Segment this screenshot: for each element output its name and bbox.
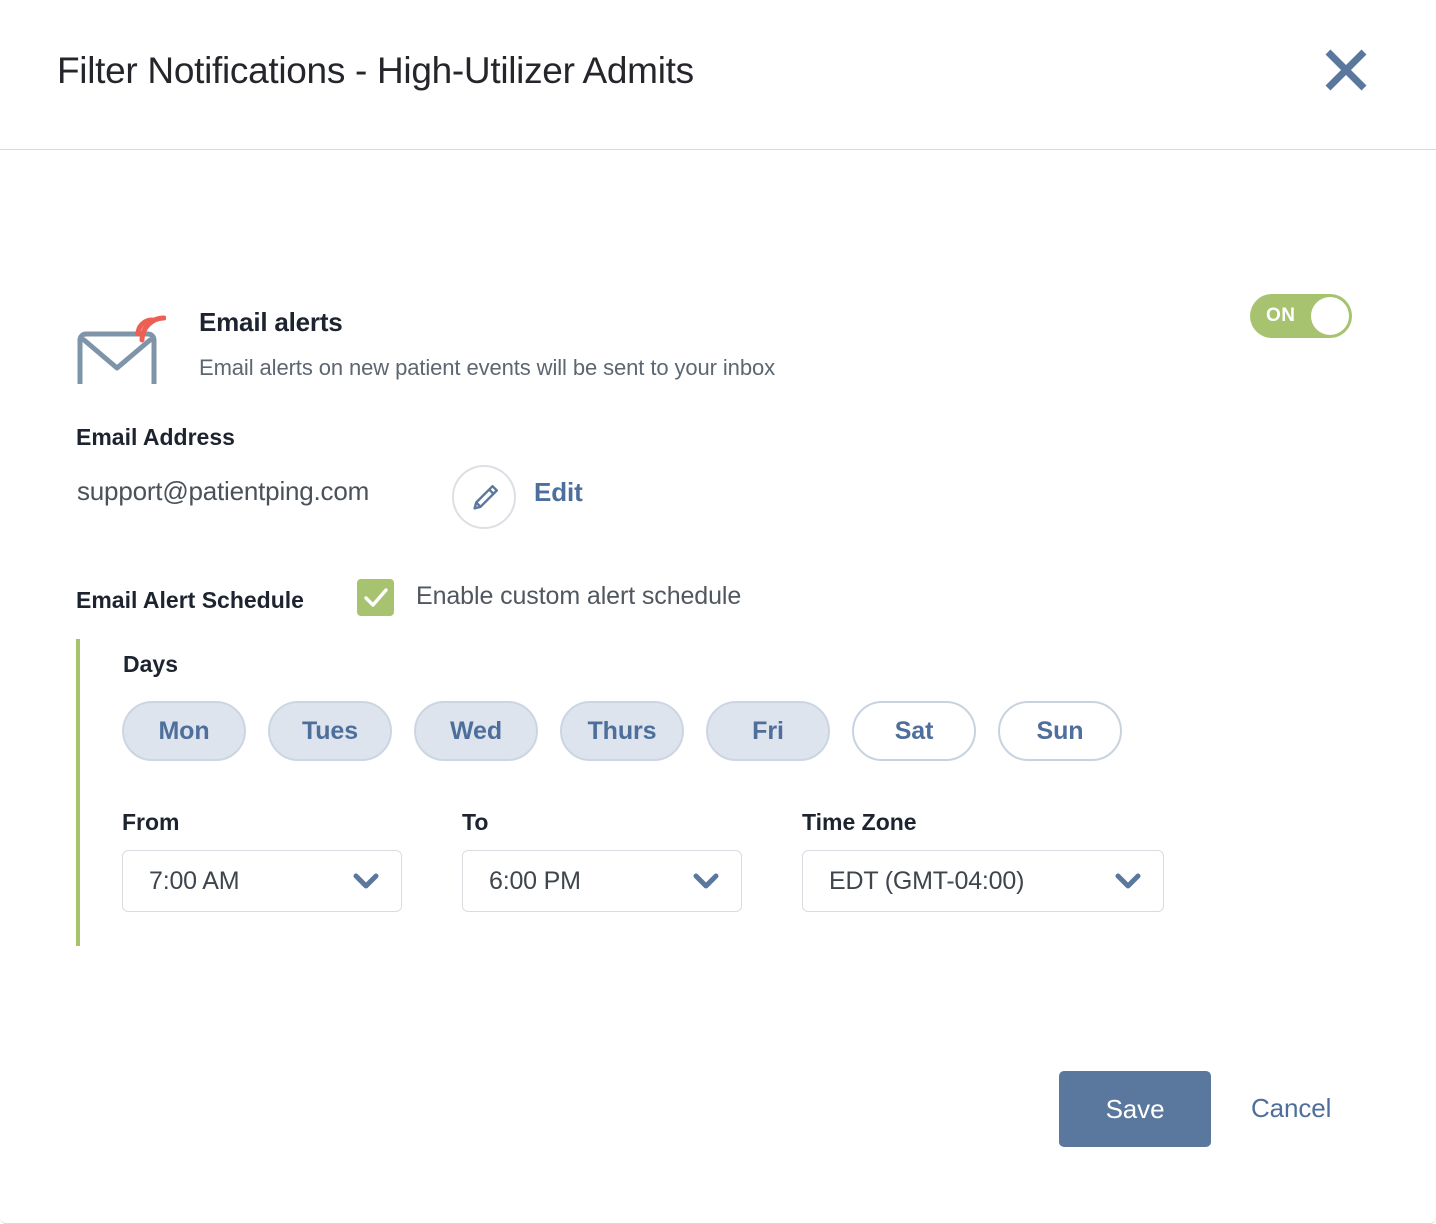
day-pill-mon[interactable]: Mon xyxy=(122,701,246,761)
day-pill-wed[interactable]: Wed xyxy=(414,701,538,761)
chevron-down-icon xyxy=(353,873,379,889)
timezone-label: Time Zone xyxy=(802,809,917,835)
day-pill-sat[interactable]: Sat xyxy=(852,701,976,761)
cancel-button[interactable]: Cancel xyxy=(1251,1093,1331,1124)
day-pill-thurs[interactable]: Thurs xyxy=(560,701,684,761)
day-pill-tues[interactable]: Tues xyxy=(268,701,392,761)
timezone-value: EDT (GMT-04:00) xyxy=(829,866,1025,895)
toggle-state-label: ON xyxy=(1266,305,1296,326)
email-alert-schedule-label: Email Alert Schedule xyxy=(76,587,304,613)
enable-custom-schedule-checkbox[interactable] xyxy=(357,579,394,616)
email-alerts-toggle[interactable]: ON xyxy=(1250,294,1352,338)
from-time-select[interactable]: 7:00 AM xyxy=(122,850,402,912)
from-field: From 7:00 AM xyxy=(122,809,402,912)
toggle-knob xyxy=(1311,297,1349,335)
timezone-select[interactable]: EDT (GMT-04:00) xyxy=(802,850,1164,912)
modal-header: Filter Notifications - High-Utilizer Adm… xyxy=(0,0,1436,150)
email-alerts-description: Email alerts on new patient events will … xyxy=(199,355,775,380)
modal-footer: Save Cancel xyxy=(0,1063,1436,1223)
edit-email-link[interactable]: Edit xyxy=(534,477,583,508)
page-title: Filter Notifications - High-Utilizer Adm… xyxy=(57,50,694,91)
filter-notifications-modal: Filter Notifications - High-Utilizer Adm… xyxy=(0,0,1436,1224)
close-icon[interactable] xyxy=(1318,42,1374,98)
pencil-icon[interactable] xyxy=(452,465,516,529)
to-label: To xyxy=(462,809,489,835)
to-time-value: 6:00 PM xyxy=(489,866,581,895)
day-pill-fri[interactable]: Fri xyxy=(706,701,830,761)
to-time-select[interactable]: 6:00 PM xyxy=(462,850,742,912)
days-selector: Mon Tues Wed Thurs Fri Sat Sun xyxy=(122,701,1144,761)
envelope-alert-icon xyxy=(76,312,167,393)
days-label: Days xyxy=(123,651,178,677)
enable-custom-schedule-label[interactable]: Enable custom alert schedule xyxy=(416,582,741,611)
timezone-field: Time Zone EDT (GMT-04:00) xyxy=(802,809,1164,912)
save-button[interactable]: Save xyxy=(1059,1071,1211,1147)
email-address-value: support@patientping.com xyxy=(77,476,370,506)
email-alerts-title: Email alerts xyxy=(199,307,343,337)
custom-schedule-panel: Days Mon Tues Wed Thurs Fri Sat Sun From… xyxy=(76,639,1376,946)
from-label: From xyxy=(122,809,180,835)
to-field: To 6:00 PM xyxy=(462,809,742,912)
day-pill-sun[interactable]: Sun xyxy=(998,701,1122,761)
chevron-down-icon xyxy=(1115,873,1141,889)
from-time-value: 7:00 AM xyxy=(149,866,240,895)
chevron-down-icon xyxy=(693,873,719,889)
email-address-label: Email Address xyxy=(76,424,235,450)
